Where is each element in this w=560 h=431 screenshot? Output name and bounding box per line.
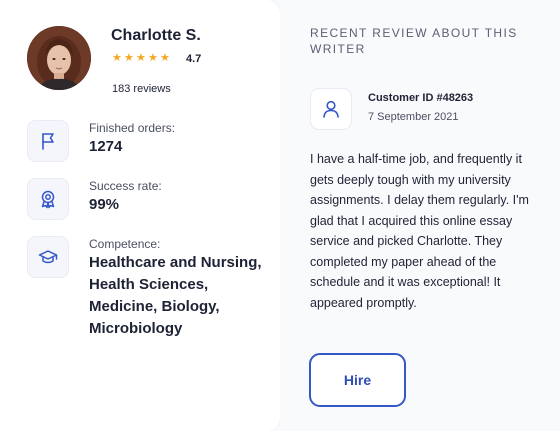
- competence-label: Competence:: [89, 237, 161, 251]
- writer-name: Charlotte S.: [111, 27, 201, 44]
- writer-profile-panel: Charlotte S. ★ ★ ★ ★ ★ 4.7 183 reviews F…: [0, 0, 280, 431]
- star-icon: ★: [148, 52, 158, 64]
- graduation-cap-icon: [27, 236, 69, 278]
- user-icon: [310, 88, 352, 130]
- success-label: Success rate:: [89, 179, 162, 193]
- competence-value: Healthcare and Nursing, Health Sciences,…: [89, 254, 262, 337]
- star-icon: ★: [160, 52, 170, 64]
- orders-value: 1274: [89, 138, 123, 155]
- flag-icon: [27, 120, 69, 162]
- success-value: 99%: [89, 196, 120, 213]
- orders-label: Finished orders:: [89, 121, 176, 135]
- review-date: 7 September 2021: [368, 111, 459, 123]
- star-icon: ★: [136, 52, 146, 64]
- customer-id: Customer ID #48263: [368, 92, 474, 104]
- star-icon: ★: [124, 52, 134, 64]
- award-ribbon-icon: [27, 178, 69, 220]
- hire-button[interactable]: Hire: [309, 353, 406, 407]
- review-text: I have a half-time job, and frequently i…: [310, 152, 529, 310]
- writer-avatar: [27, 26, 91, 90]
- rating-stars: ★ ★ ★ ★ ★: [112, 53, 171, 64]
- review-count: 183 reviews: [112, 83, 171, 95]
- review-section-title: RECENT REVIEW ABOUT THIS WRITER: [310, 26, 518, 56]
- star-icon: ★: [112, 52, 122, 64]
- rating-value: 4.7: [186, 53, 202, 65]
- writer-card: Charlotte S. ★ ★ ★ ★ ★ 4.7 183 reviews F…: [0, 0, 560, 431]
